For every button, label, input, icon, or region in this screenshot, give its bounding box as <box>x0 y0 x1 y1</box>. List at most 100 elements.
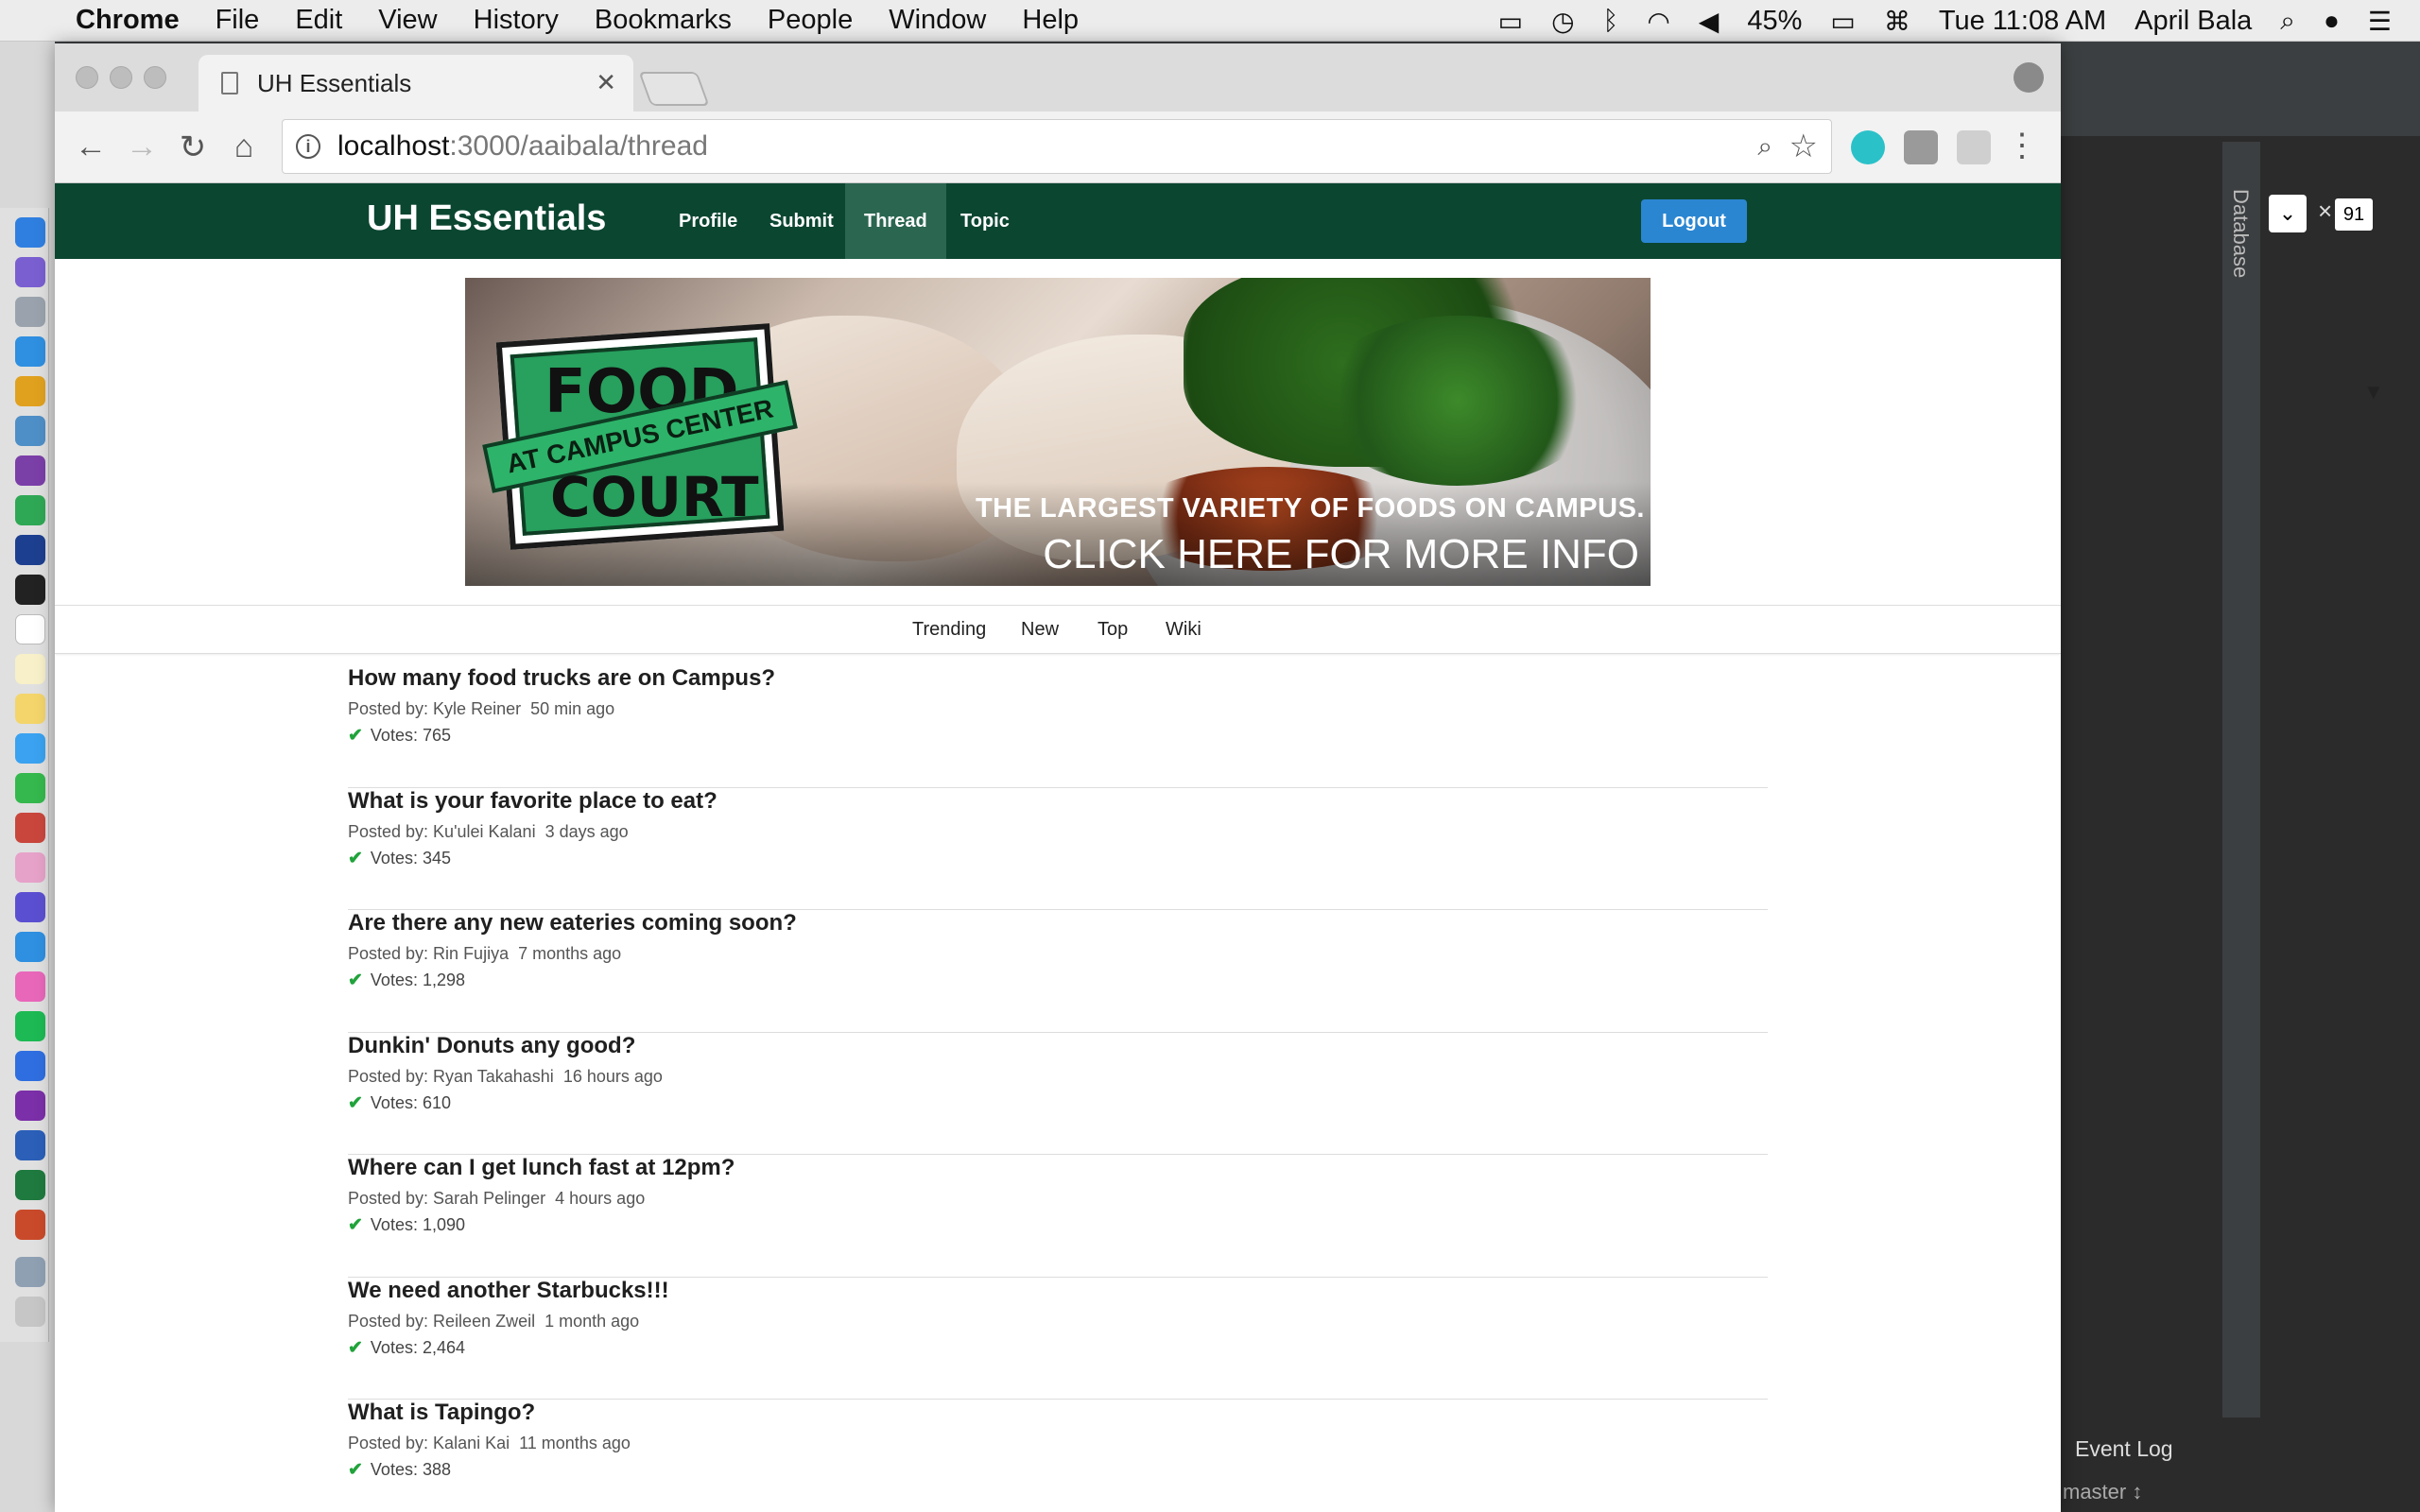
thread-title[interactable]: Are there any new eateries coming soon? <box>348 910 797 936</box>
thread-author[interactable]: Posted by: Sarah Pelinger <box>348 1189 545 1208</box>
volume-icon[interactable]: ◀ <box>1699 6 1720 37</box>
checkmark-icon[interactable]: ✔ <box>348 1337 363 1359</box>
notification-center-icon[interactable]: ☰ <box>2368 6 2392 37</box>
thread-author[interactable]: Posted by: Kalani Kai <box>348 1434 510 1452</box>
browser-tab[interactable]: UH Essentials ✕ <box>199 55 633 112</box>
stickies-icon[interactable] <box>15 694 45 724</box>
checkmark-icon[interactable]: ✔ <box>348 848 363 869</box>
menu-file[interactable]: File <box>216 5 260 36</box>
reload-icon[interactable]: ↻ <box>174 129 212 166</box>
safari-icon[interactable] <box>15 336 45 367</box>
sourcetree-icon[interactable] <box>15 495 45 525</box>
logout-button[interactable]: Logout <box>1641 199 1747 243</box>
thread-author[interactable]: Posted by: Ku'ulei Kalani <box>348 822 536 841</box>
new-tab-button[interactable] <box>638 72 710 106</box>
zoom-icon[interactable]: ⌕ <box>1757 131 1772 163</box>
back-arrow-icon[interactable]: ← <box>72 129 110 165</box>
checkmark-icon[interactable]: ✔ <box>348 725 363 747</box>
menu-history[interactable]: History <box>474 5 559 36</box>
menu-view[interactable]: View <box>378 5 437 36</box>
filter-top[interactable]: Top <box>1098 619 1128 641</box>
ide-dropdown-button[interactable]: ⌄ <box>2269 195 2307 232</box>
thread-title[interactable]: We need another Starbucks!!! <box>348 1278 669 1304</box>
site-brand[interactable]: UH Essentials <box>367 198 606 239</box>
chrome-icon[interactable] <box>15 376 45 406</box>
address-bar[interactable]: i localhost:3000/aaibala/thread ⌕ ☆ <box>282 119 1832 174</box>
thread-author[interactable]: Posted by: Rin Fujiya <box>348 944 509 963</box>
facetime-icon[interactable] <box>15 773 45 803</box>
clock[interactable]: Tue 11:08 AM <box>1939 6 2106 37</box>
nav-topic[interactable]: Topic <box>942 183 1028 259</box>
thread-title[interactable]: Where can I get lunch fast at 12pm? <box>348 1155 735 1181</box>
siri-icon[interactable]: ● <box>2324 6 2340 36</box>
ide-field[interactable]: 91 <box>2335 198 2373 231</box>
database-tool-label[interactable]: Database <box>2228 189 2253 278</box>
airplay-icon[interactable]: ▭ <box>1498 6 1523 37</box>
menu-window[interactable]: Window <box>889 5 986 36</box>
filter-new[interactable]: New <box>1021 619 1059 641</box>
checkmark-icon[interactable]: ✔ <box>348 970 363 991</box>
food-court-banner[interactable]: FOOD AT CAMPUS CENTER COURT THE LARGEST … <box>465 278 1651 586</box>
ide-event-log[interactable]: Event Log <box>2075 1436 2173 1462</box>
downloads-stack-icon[interactable] <box>15 1257 45 1287</box>
app-store-icon[interactable] <box>15 932 45 962</box>
window-close-button[interactable] <box>76 66 98 89</box>
notes-icon[interactable] <box>15 654 45 684</box>
profile-icon[interactable] <box>2014 62 2044 93</box>
photos-icon[interactable] <box>15 852 45 883</box>
ide-branch-selector[interactable]: master ↕ <box>2063 1480 2142 1504</box>
launchpad-icon[interactable] <box>15 297 45 327</box>
calendar-icon[interactable] <box>15 614 45 644</box>
home-icon[interactable]: ⌂ <box>225 129 263 165</box>
nav-thread[interactable]: Thread <box>845 183 946 259</box>
nav-profile[interactable]: Profile <box>660 183 756 259</box>
banner-cta[interactable]: CLICK HERE FOR MORE INFO <box>1043 531 1639 578</box>
thread-author[interactable]: Posted by: Ryan Takahashi <box>348 1067 554 1086</box>
spotify-icon[interactable] <box>15 1011 45 1041</box>
user-name[interactable]: April Bala <box>2135 6 2252 37</box>
nav-submit[interactable]: Submit <box>751 183 853 259</box>
filter-wiki[interactable]: Wiki <box>1166 619 1201 641</box>
menu-bookmarks[interactable]: Bookmarks <box>595 5 732 36</box>
bookmark-star-icon[interactable]: ☆ <box>1789 128 1818 165</box>
extension-m-icon[interactable] <box>1851 130 1885 164</box>
itunes-icon[interactable] <box>15 971 45 1002</box>
site-info-icon[interactable]: i <box>296 134 320 159</box>
wifi-icon[interactable]: ◠ <box>1647 6 1669 37</box>
powerpoint-icon[interactable] <box>15 1210 45 1240</box>
time-machine-icon[interactable]: ◷ <box>1551 6 1574 37</box>
thread-title[interactable]: What is your favorite place to eat? <box>348 788 717 815</box>
window-zoom-button[interactable] <box>144 66 166 89</box>
menu-edit[interactable]: Edit <box>295 5 342 36</box>
menu-people[interactable]: People <box>768 5 853 36</box>
thread-author[interactable]: Posted by: Reileen Zweil <box>348 1312 535 1331</box>
ide-triangle-icon[interactable]: ▼ <box>2363 380 2384 404</box>
input-menu-icon[interactable]: ⌘ <box>1884 6 1910 37</box>
window-minimize-button[interactable] <box>110 66 132 89</box>
messages-icon[interactable] <box>15 733 45 764</box>
siri-dock-icon[interactable] <box>15 257 45 287</box>
trash-icon[interactable] <box>15 1297 45 1327</box>
checkmark-icon[interactable]: ✔ <box>348 1459 363 1481</box>
thread-title[interactable]: How many food trucks are on Campus? <box>348 665 775 692</box>
thread-author[interactable]: Posted by: Kyle Reiner <box>348 699 521 718</box>
onenote-icon[interactable] <box>15 1091 45 1121</box>
checkmark-icon[interactable]: ✔ <box>348 1092 363 1114</box>
word-icon[interactable] <box>15 1130 45 1160</box>
checkmark-icon[interactable]: ✔ <box>348 1214 363 1236</box>
extension-css-icon[interactable] <box>1957 130 1991 164</box>
ide-close-icon[interactable]: × <box>2318 197 2332 226</box>
filter-trending[interactable]: Trending <box>912 619 986 641</box>
excel-icon[interactable] <box>15 1170 45 1200</box>
finder-icon[interactable] <box>15 217 45 248</box>
menu-app-name[interactable]: Chrome <box>76 5 180 36</box>
menu-help[interactable]: Help <box>1022 5 1079 36</box>
intellij-icon[interactable] <box>15 535 45 565</box>
tab-close-icon[interactable]: ✕ <box>596 68 616 97</box>
imovie-icon[interactable] <box>15 892 45 922</box>
spotlight-search-icon[interactable]: ⌕ <box>2280 6 2295 37</box>
ide-database-sidebar[interactable]: Database <box>2221 142 2261 1418</box>
github-icon[interactable] <box>15 455 45 486</box>
terminal-icon[interactable] <box>15 575 45 605</box>
forward-arrow-icon[interactable]: → <box>123 129 161 165</box>
